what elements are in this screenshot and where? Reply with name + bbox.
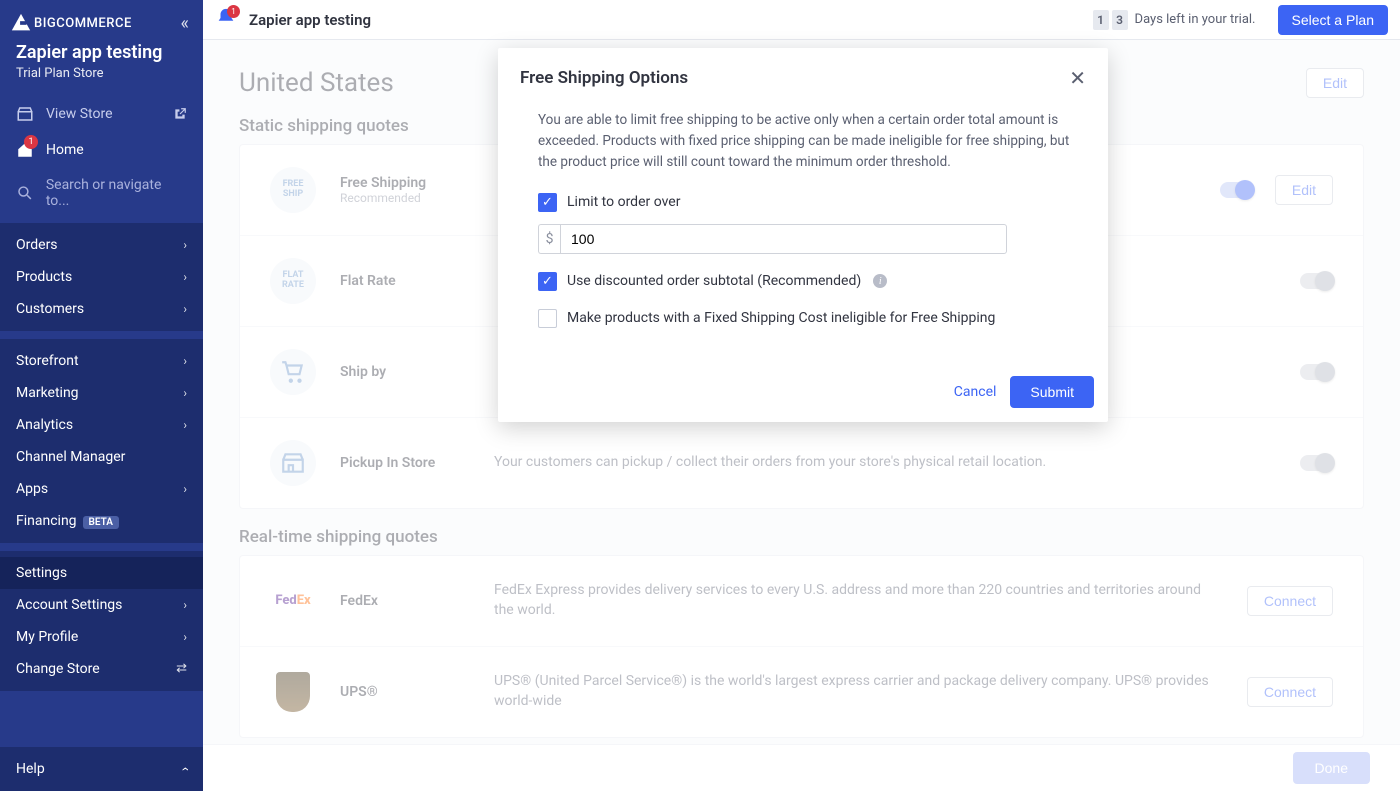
discounted-subtotal-checkbox[interactable] — [538, 272, 557, 291]
modal-description: You are able to limit free shipping to b… — [538, 110, 1086, 173]
brand-logo[interactable]: BIGCOMMERCE — [10, 12, 132, 34]
chevron-right-icon: › — [183, 598, 187, 612]
sidebar-item-products[interactable]: Products› — [0, 261, 203, 293]
external-link-icon — [173, 107, 187, 121]
swap-icon: ⇄ — [176, 661, 187, 676]
top-header: 1 Zapier app testing 1 3 Days left in yo… — [203, 0, 1400, 40]
chevron-right-icon: › — [183, 270, 187, 284]
sidebar-collapse-icon[interactable]: « — [181, 13, 189, 34]
cancel-button[interactable]: Cancel — [954, 384, 997, 400]
modal-title: Free Shipping Options — [520, 68, 688, 88]
discounted-subtotal-label: Use discounted order subtotal (Recommend… — [567, 273, 861, 289]
free-shipping-modal: Free Shipping Options ✕ You are able to … — [498, 48, 1108, 422]
header-store-title: Zapier app testing — [249, 11, 371, 29]
sidebar-item-account-settings[interactable]: Account Settings› — [0, 589, 203, 621]
sidebar-item-change-store[interactable]: Change Store⇄ — [0, 653, 203, 685]
sidebar-item-analytics[interactable]: Analytics› — [0, 409, 203, 441]
sidebar-help[interactable]: Help › — [0, 747, 203, 791]
sidebar-home[interactable]: 1 Home — [0, 133, 203, 167]
sidebar-item-financing[interactable]: FinancingBETA — [0, 505, 203, 537]
sidebar-item-apps[interactable]: Apps› — [0, 473, 203, 505]
limit-amount-input[interactable] — [560, 224, 1007, 254]
sidebar-item-storefront[interactable]: Storefront› — [0, 345, 203, 377]
fixed-cost-ineligible-checkbox[interactable] — [538, 309, 557, 328]
store-block: Zapier app testing Trial Plan Store — [0, 42, 203, 95]
submit-button[interactable]: Submit — [1010, 376, 1094, 408]
sidebar: BIGCOMMERCE « Zapier app testing Trial P… — [0, 0, 203, 791]
select-plan-button[interactable]: Select a Plan — [1278, 5, 1389, 35]
sidebar-item-settings[interactable]: Settings — [0, 557, 203, 589]
nav-group-3: Settings Account Settings› My Profile› C… — [0, 551, 203, 691]
home-badge: 1 — [24, 135, 38, 149]
chevron-right-icon: › — [183, 630, 187, 644]
chevron-right-icon: › — [183, 482, 187, 496]
store-name: Zapier app testing — [16, 42, 187, 64]
currency-symbol: $ — [538, 224, 560, 254]
chevron-right-icon: › — [183, 238, 187, 252]
chevron-right-icon: › — [183, 302, 187, 316]
info-icon[interactable]: i — [873, 274, 887, 288]
chevron-right-icon: › — [183, 354, 187, 368]
trial-text: Days left in your trial. — [1135, 12, 1256, 27]
beta-badge: BETA — [83, 516, 119, 529]
notifications-icon[interactable]: 1 — [215, 7, 237, 33]
sidebar-search[interactable]: Search or navigate to... — [0, 167, 203, 223]
modal-close-icon[interactable]: ✕ — [1069, 66, 1086, 90]
limit-order-over-label: Limit to order over — [567, 194, 680, 210]
fixed-cost-ineligible-label: Make products with a Fixed Shipping Cost… — [567, 310, 995, 326]
chevron-up-icon: › — [177, 767, 193, 771]
limit-order-over-checkbox[interactable] — [538, 193, 557, 212]
sidebar-view-store[interactable]: View Store — [0, 95, 203, 133]
sidebar-item-channel-manager[interactable]: Channel Manager — [0, 441, 203, 473]
sidebar-item-orders[interactable]: Orders› — [0, 229, 203, 261]
notification-badge: 1 — [227, 5, 240, 18]
nav-group-2: Storefront› Marketing› Analytics› Channe… — [0, 339, 203, 543]
search-icon — [16, 184, 34, 202]
sidebar-item-my-profile[interactable]: My Profile› — [0, 621, 203, 653]
chevron-right-icon: › — [183, 386, 187, 400]
sidebar-item-marketing[interactable]: Marketing› — [0, 377, 203, 409]
sidebar-item-customers[interactable]: Customers› — [0, 293, 203, 325]
store-icon — [16, 105, 34, 123]
trial-days: 1 3 Days left in your trial. — [1093, 10, 1266, 30]
trial-digit-1: 1 — [1093, 10, 1109, 30]
chevron-right-icon: › — [183, 418, 187, 432]
trial-digit-2: 3 — [1112, 10, 1128, 30]
store-plan: Trial Plan Store — [16, 66, 187, 81]
nav-group-1: Orders› Products› Customers› — [0, 223, 203, 331]
